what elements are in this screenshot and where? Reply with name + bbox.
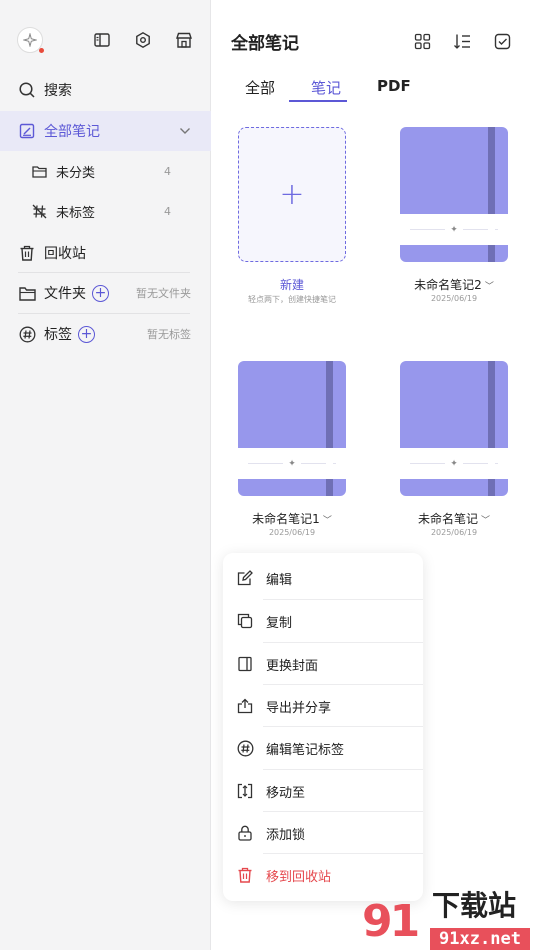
copy-icon (236, 612, 254, 630)
menu-item-label: 移到回收站 (266, 869, 332, 885)
sidebar-item-trash[interactable]: 回收站 (0, 233, 211, 273)
active-tab-indicator (289, 100, 347, 102)
chevron-down-icon[interactable] (179, 123, 191, 139)
add-tag-icon[interactable]: + (78, 325, 95, 343)
hashtag-icon (18, 325, 36, 343)
note-edit-icon (18, 122, 36, 140)
empty-hint: 暂无标签 (147, 328, 191, 341)
new-note-card[interactable]: + (238, 127, 346, 262)
menu-item-label: 复制 (266, 615, 293, 631)
note-date: 2025/06/19 (430, 294, 478, 303)
sidebar-item-label: 标签 (44, 327, 72, 343)
untagged-icon (30, 202, 48, 220)
notebook-cover[interactable]: ✦ (400, 127, 508, 262)
sidebar-item-label: 回收站 (44, 246, 86, 262)
add-folder-icon[interactable]: + (92, 284, 109, 302)
watermark-logo: 91 (362, 896, 420, 947)
sidebar-item-all-notes[interactable]: 全部笔记 (0, 111, 211, 151)
watermark-url: 91xz.net (430, 928, 530, 950)
plus-icon: + (279, 177, 305, 212)
note-title[interactable]: 未命名笔记1 ﹀ (227, 510, 357, 527)
note-date: 2025/06/19 (268, 528, 316, 537)
context-menu: 编辑 复制 更换封面 导出并分享 编辑笔记标签 移动至 添加锁 移到回收站 (223, 553, 423, 901)
grid-view-icon[interactable] (412, 31, 432, 51)
sidebar-item-label: 搜索 (44, 83, 72, 99)
menu-item-edit[interactable]: 编辑 (223, 557, 423, 599)
tab-pdf[interactable]: PDF (377, 77, 421, 104)
store-icon[interactable] (174, 30, 194, 50)
move-icon (236, 782, 254, 800)
note-name: 未命名笔记1 (252, 512, 320, 526)
trash-icon (18, 244, 36, 262)
new-note-label: 新建 (279, 278, 304, 292)
tab-all[interactable]: 全部 (245, 77, 285, 104)
empty-hint: 暂无文件夹 (136, 287, 191, 300)
select-checkbox-icon[interactable] (492, 31, 512, 51)
trash-icon (236, 866, 254, 884)
sidebar-item-untagged[interactable]: 未标签 4 (0, 191, 211, 231)
menu-item-add-lock[interactable]: 添加锁 (223, 812, 423, 854)
sidebar-item-uncategorized[interactable]: 未分类 4 (0, 151, 211, 191)
note-title[interactable]: 未命名笔记 ﹀ (389, 510, 519, 527)
sidebar-item-tags[interactable]: 标签 + 暂无标签 (0, 314, 211, 354)
menu-item-copy[interactable]: 复制 (223, 600, 423, 642)
menu-item-label: 移动至 (266, 785, 306, 801)
watermark-title: 下载站 (432, 889, 517, 922)
sidebar-item-search[interactable]: 搜索 (0, 70, 211, 110)
page-title: 全部笔记 (231, 34, 299, 54)
sidebar-item-label: 全部笔记 (44, 124, 100, 140)
sidebar-item-label: 文件夹 (44, 286, 86, 302)
search-icon (18, 81, 36, 99)
notebook-cover[interactable]: ✦ (238, 361, 346, 496)
edit-icon (236, 569, 254, 587)
watermark: 91 下载站 91xz.net (362, 888, 534, 950)
hashtag-icon (236, 739, 254, 757)
folder-question-icon (30, 162, 48, 180)
sparkle-icon (23, 33, 37, 47)
chevron-down-icon[interactable]: ﹀ (481, 516, 490, 526)
note-date: 2025/06/19 (430, 528, 478, 537)
item-count: 4 (164, 164, 171, 178)
avatar[interactable] (17, 27, 44, 53)
sparkle-icon: ✦ (445, 224, 463, 235)
menu-item-move-to[interactable]: 移动至 (223, 770, 423, 812)
folder-icon (18, 284, 36, 302)
cover-icon (236, 655, 254, 673)
menu-item-label: 添加锁 (266, 827, 306, 843)
menu-item-change-cover[interactable]: 更换封面 (223, 643, 423, 685)
menu-item-label: 编辑笔记标签 (266, 742, 345, 758)
sort-icon[interactable] (452, 31, 472, 51)
menu-item-label: 更换封面 (266, 658, 319, 674)
menu-item-label: 导出并分享 (266, 700, 332, 716)
new-note-hint: 轻点两下，创建快捷笔记 (248, 295, 336, 304)
sidebar: 搜索 全部笔记 未分类 4 未标签 4 回收站 文件夹 + 暂无文件夹 标签 +… (0, 0, 211, 950)
sidebar-top (17, 27, 196, 55)
item-count: 4 (164, 204, 171, 218)
chevron-down-icon[interactable]: ﹀ (323, 516, 332, 526)
settings-icon[interactable] (133, 30, 153, 50)
notebook-cover[interactable]: ✦ (400, 361, 508, 496)
note-name: 未命名笔记2 (414, 278, 482, 292)
notification-dot (39, 48, 44, 53)
sidebar-item-label: 未标签 (56, 205, 96, 221)
sidebar-toggle-icon[interactable] (92, 30, 112, 50)
menu-item-edit-tags[interactable]: 编辑笔记标签 (223, 727, 423, 769)
sidebar-item-label: 未分类 (56, 165, 96, 181)
chevron-down-icon[interactable]: ﹀ (485, 282, 494, 292)
share-icon (236, 697, 254, 715)
sidebar-item-folders[interactable]: 文件夹 + 暂无文件夹 (0, 273, 211, 313)
note-title[interactable]: 未命名笔记2 ﹀ (389, 276, 519, 293)
sparkle-icon: ✦ (445, 458, 463, 469)
menu-item-export-share[interactable]: 导出并分享 (223, 685, 423, 727)
note-name: 未命名笔记 (417, 512, 478, 526)
menu-item-label: 编辑 (266, 572, 293, 588)
lock-icon (236, 824, 254, 842)
sparkle-icon: ✦ (283, 458, 301, 469)
